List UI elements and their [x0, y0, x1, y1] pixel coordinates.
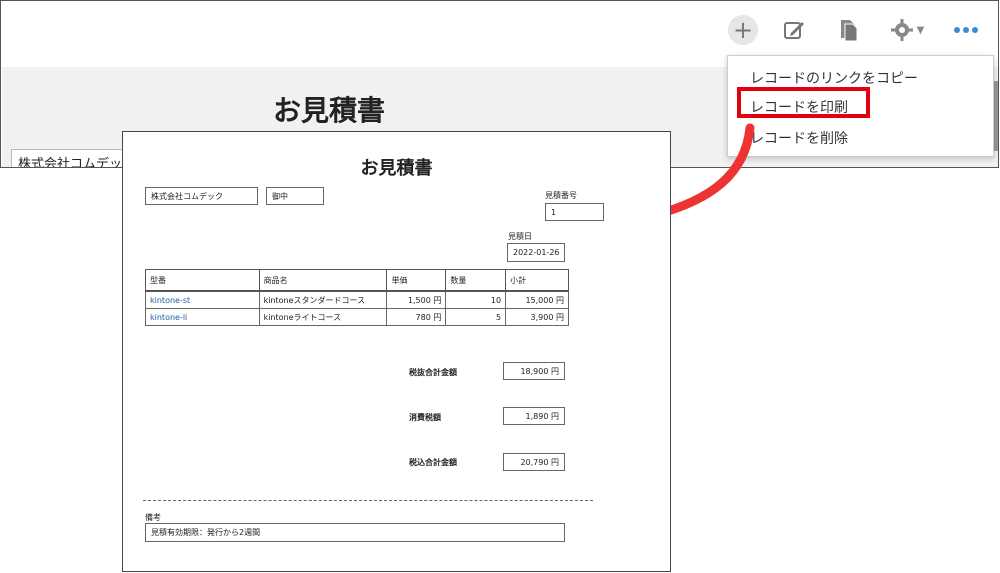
cell-quantity: 10 [445, 290, 507, 309]
column-header: 型番 [145, 269, 260, 292]
print-highlight-box [737, 87, 870, 118]
print-preview: お見積書 株式会社コムデック 御中 見積番号 1 見積日 2022-01-26 … [122, 131, 671, 572]
table-row: kintone-st kintoneスタンダードコース 1,500 円 10 1… [145, 290, 569, 309]
table-header-row: 型番 商品名 単価 数量 小計 [145, 269, 569, 292]
page-title: お見積書 [273, 94, 386, 127]
cell-model: kintone-li [145, 308, 260, 326]
quote-date-label: 見積日 [508, 232, 532, 241]
cell-product: kintoneスタンダードコース [258, 290, 388, 309]
customer-field: 株式会社コムデック [145, 187, 258, 205]
table-row: kintone-li kintoneライトコース 780 円 5 3,900 円 [145, 308, 569, 326]
tax-label: 消費税額 [409, 413, 441, 422]
tax-field: 1,890 円 [503, 407, 565, 425]
document-copy-icon[interactable] [834, 15, 864, 45]
gear-icon[interactable]: ▼ [884, 15, 930, 45]
remarks-field: 見積有効期限：発行から2週間 [145, 523, 565, 542]
divider [143, 500, 593, 501]
subtotal-field: 18,900 円 [503, 362, 565, 380]
cell-subtotal: 3,900 円 [505, 308, 569, 326]
plus-icon[interactable]: + [728, 15, 758, 45]
cell-product: kintoneライトコース [258, 308, 388, 326]
column-header: 商品名 [258, 269, 388, 292]
cell-unit-price: 780 円 [386, 308, 447, 326]
quote-number-field: 1 [545, 203, 604, 221]
cell-quantity: 5 [445, 308, 507, 326]
chevron-down-icon: ▼ [916, 24, 925, 36]
ellipsis-icon[interactable] [951, 15, 981, 45]
items-table: 型番 商品名 単価 数量 小計 kintone-st kintoneスタンダード… [145, 269, 569, 326]
column-header: 単価 [386, 269, 447, 292]
column-header: 小計 [505, 269, 569, 292]
subtotal-label: 税抜合計金額 [409, 368, 457, 377]
total-label: 税込合計金額 [409, 458, 457, 467]
pencil-icon[interactable] [779, 15, 809, 45]
remarks-label: 備考 [145, 513, 161, 522]
cell-model: kintone-st [145, 290, 260, 309]
total-field: 20,790 円 [503, 453, 565, 471]
quote-date-field: 2022-01-26 [507, 243, 565, 262]
menu-item-delete[interactable]: レコードを削除 [750, 128, 848, 148]
quote-number-label: 見積番号 [545, 191, 577, 200]
column-header: 数量 [445, 269, 507, 292]
honorific-field: 御中 [266, 187, 324, 205]
cell-unit-price: 1,500 円 [386, 290, 447, 309]
menu-item-copy-link[interactable]: レコードのリンクをコピー [750, 68, 918, 88]
cell-subtotal: 15,000 円 [505, 290, 569, 309]
document-title: お見積書 [360, 158, 433, 179]
